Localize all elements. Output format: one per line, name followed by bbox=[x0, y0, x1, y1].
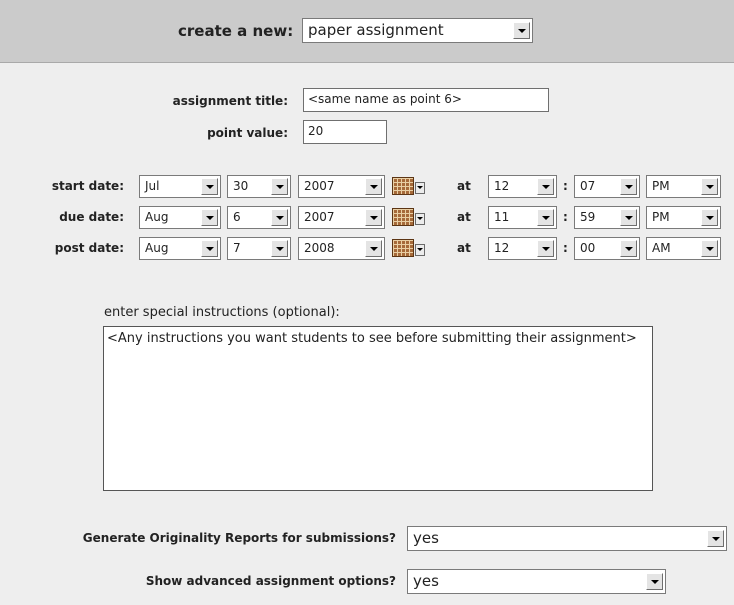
day-select[interactable]: 30 bbox=[227, 175, 291, 198]
month-select[interactable]: Aug bbox=[139, 206, 221, 229]
ampm-select[interactable]: PM bbox=[646, 175, 721, 198]
chevron-down-icon bbox=[201, 178, 218, 195]
chevron-down-icon bbox=[537, 240, 554, 257]
month-value: Aug bbox=[145, 241, 169, 255]
calendar-grid bbox=[392, 208, 414, 226]
header-bar: create a new: paper assignment bbox=[0, 0, 734, 63]
calendar-grid bbox=[392, 239, 414, 257]
chevron-down-icon bbox=[707, 530, 724, 547]
point-value-label: point value: bbox=[207, 126, 288, 140]
minute-value: 59 bbox=[580, 210, 596, 224]
date-row-label: start date: bbox=[51, 179, 124, 193]
chevron-down-icon bbox=[415, 182, 425, 194]
minute-select[interactable]: 59 bbox=[574, 206, 640, 229]
year-value: 2007 bbox=[304, 210, 335, 224]
chevron-down-icon bbox=[365, 240, 382, 257]
chevron-down-icon bbox=[537, 178, 554, 195]
at-label: at bbox=[457, 241, 471, 255]
month-select[interactable]: Jul bbox=[139, 175, 221, 198]
chevron-down-icon bbox=[620, 178, 637, 195]
ampm-value: PM bbox=[652, 179, 670, 193]
day-select[interactable]: 6 bbox=[227, 206, 291, 229]
day-value: 6 bbox=[233, 210, 241, 224]
assignment-title-label: assignment title: bbox=[172, 94, 288, 108]
chevron-down-icon bbox=[701, 240, 718, 257]
ampm-value: AM bbox=[652, 241, 671, 255]
chevron-down-icon bbox=[201, 209, 218, 226]
at-label: at bbox=[457, 179, 471, 193]
chevron-down-icon bbox=[415, 213, 425, 225]
time-colon: : bbox=[563, 210, 568, 224]
point-value-input[interactable]: 20 bbox=[303, 120, 387, 144]
day-value: 30 bbox=[233, 179, 249, 193]
chevron-down-icon bbox=[701, 209, 718, 226]
advanced-options-value: yes bbox=[413, 572, 439, 590]
chevron-down-icon bbox=[365, 209, 382, 226]
day-select[interactable]: 7 bbox=[227, 237, 291, 260]
instructions-label: enter special instructions (optional): bbox=[104, 305, 340, 320]
hour-value: 11 bbox=[494, 210, 510, 224]
hour-value: 12 bbox=[494, 179, 510, 193]
calendar-icon[interactable] bbox=[392, 238, 425, 259]
originality-select[interactable]: yes bbox=[407, 526, 727, 551]
ampm-value: PM bbox=[652, 210, 670, 224]
advanced-options-label: Show advanced assignment options? bbox=[145, 574, 396, 588]
hour-select[interactable]: 12 bbox=[488, 237, 557, 260]
minute-value: 07 bbox=[580, 179, 596, 193]
chevron-down-icon bbox=[537, 209, 554, 226]
minute-select[interactable]: 00 bbox=[574, 237, 640, 260]
year-select[interactable]: 2007 bbox=[298, 175, 385, 198]
chevron-down-icon bbox=[365, 178, 382, 195]
month-select[interactable]: Aug bbox=[139, 237, 221, 260]
chevron-down-icon bbox=[513, 22, 530, 39]
hour-value: 12 bbox=[494, 241, 510, 255]
chevron-down-icon bbox=[271, 178, 288, 195]
chevron-down-icon bbox=[620, 240, 637, 257]
originality-label: Generate Originality Reports for submiss… bbox=[82, 531, 396, 545]
originality-value: yes bbox=[413, 529, 439, 547]
assignment-title-input[interactable]: <same name as point 6> bbox=[303, 88, 549, 112]
time-colon: : bbox=[563, 241, 568, 255]
assignment-type-select[interactable]: paper assignment bbox=[302, 18, 533, 43]
ampm-select[interactable]: PM bbox=[646, 206, 721, 229]
year-value: 2007 bbox=[304, 179, 335, 193]
chevron-down-icon bbox=[646, 573, 663, 590]
chevron-down-icon bbox=[201, 240, 218, 257]
hour-select[interactable]: 11 bbox=[488, 206, 557, 229]
year-select[interactable]: 2007 bbox=[298, 206, 385, 229]
time-colon: : bbox=[563, 179, 568, 193]
minute-value: 00 bbox=[580, 241, 596, 255]
assignment-type-value: paper assignment bbox=[308, 21, 444, 39]
at-label: at bbox=[457, 210, 471, 224]
calendar-icon[interactable] bbox=[392, 207, 425, 228]
ampm-select[interactable]: AM bbox=[646, 237, 721, 260]
hour-select[interactable]: 12 bbox=[488, 175, 557, 198]
minute-select[interactable]: 07 bbox=[574, 175, 640, 198]
day-value: 7 bbox=[233, 241, 241, 255]
instructions-textarea[interactable]: <Any instructions you want students to s… bbox=[103, 326, 653, 491]
chevron-down-icon bbox=[271, 240, 288, 257]
chevron-down-icon bbox=[415, 244, 425, 256]
chevron-down-icon bbox=[271, 209, 288, 226]
month-value: Jul bbox=[145, 179, 160, 193]
date-row-label: post date: bbox=[54, 241, 124, 255]
month-value: Aug bbox=[145, 210, 169, 224]
calendar-icon[interactable] bbox=[392, 176, 425, 197]
chevron-down-icon bbox=[701, 178, 718, 195]
advanced-options-select[interactable]: yes bbox=[407, 569, 666, 594]
year-value: 2008 bbox=[304, 241, 335, 255]
year-select[interactable]: 2008 bbox=[298, 237, 385, 260]
chevron-down-icon bbox=[620, 209, 637, 226]
create-new-label: create a new: bbox=[178, 22, 294, 40]
calendar-grid bbox=[392, 177, 414, 195]
date-row-label: due date: bbox=[59, 210, 124, 224]
